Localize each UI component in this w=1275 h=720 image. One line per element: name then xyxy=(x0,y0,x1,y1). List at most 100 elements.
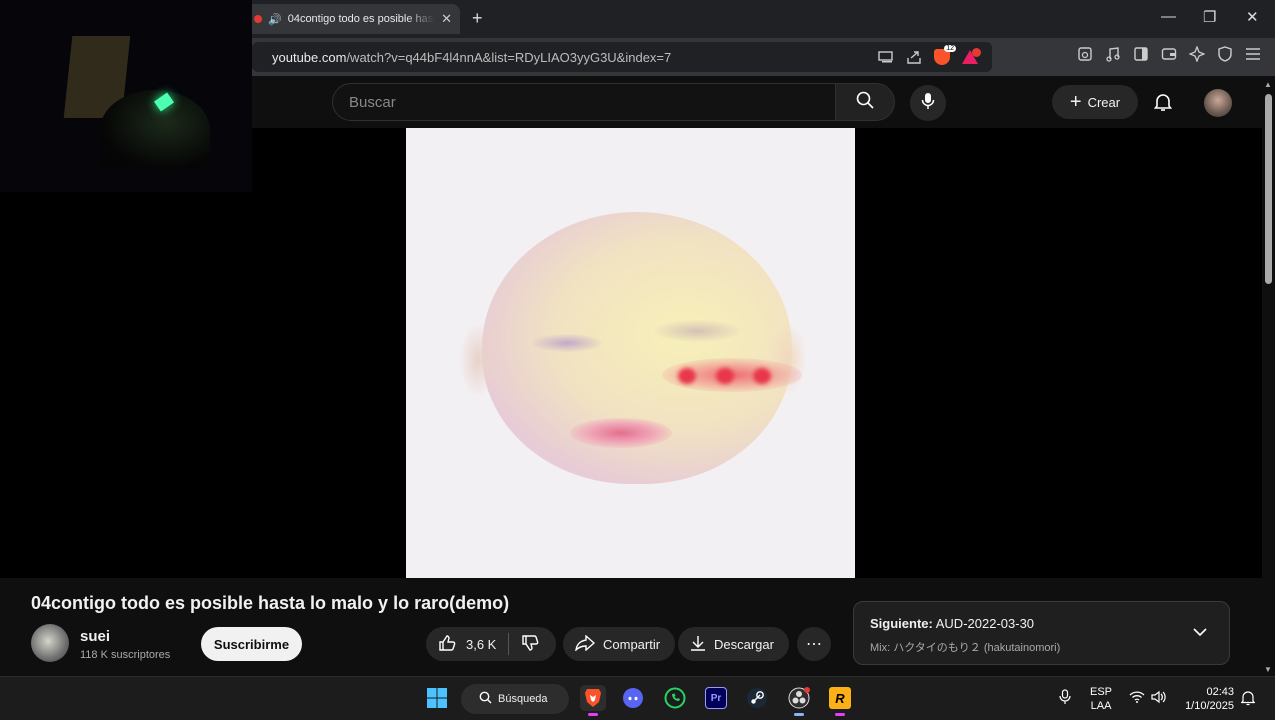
download-label: Descargar xyxy=(714,636,774,652)
cast-icon[interactable] xyxy=(878,49,894,65)
search-input[interactable] xyxy=(349,93,835,111)
new-tab-button[interactable]: + xyxy=(472,8,483,29)
mic-icon xyxy=(921,92,935,115)
artwork-mouth xyxy=(570,418,672,448)
windows-icon[interactable] xyxy=(424,685,450,711)
browser-tab-active[interactable]: 🔊 04contigo todo es posible hasta lo mal… xyxy=(246,4,460,34)
up-next-mix: Mix: ハクタイのもり２ (hakutainomori) xyxy=(870,642,1061,654)
active-app-indicator xyxy=(794,713,804,716)
download-icon xyxy=(690,635,706,654)
search-button[interactable] xyxy=(835,83,895,121)
subscriber-count: 118 K suscriptores xyxy=(80,649,171,661)
webcam-overlay xyxy=(0,0,252,192)
more-actions-button[interactable]: ⋯ xyxy=(797,627,831,661)
voice-search-button[interactable] xyxy=(910,85,946,121)
brave-shield-icon[interactable]: 12 xyxy=(934,45,956,65)
vpn-icon[interactable] xyxy=(1217,46,1233,62)
artwork-ear-left xyxy=(460,324,496,396)
dislike-button[interactable] xyxy=(521,634,539,655)
notification-icon[interactable] xyxy=(1240,690,1256,710)
scroll-down-arrow[interactable]: ▼ xyxy=(1264,665,1272,674)
premiere-label: Pr xyxy=(705,687,727,709)
close-tab-icon[interactable]: ✕ xyxy=(441,11,452,27)
youtube-header: + Crear xyxy=(252,76,1275,128)
download-button[interactable]: Descargar xyxy=(678,627,789,661)
volume-icon[interactable] xyxy=(1151,690,1167,708)
obs-icon[interactable] xyxy=(786,685,812,716)
share-button[interactable]: Compartir xyxy=(563,627,675,661)
windows-taskbar: Búsqueda Pr R ESP LAA 02:43 1/10/2025 xyxy=(0,676,1275,720)
artwork-blush-dot xyxy=(753,368,771,384)
brave-icon[interactable] xyxy=(580,685,606,716)
screen: 🔊 04contigo todo es posible hasta lo mal… xyxy=(0,0,1275,720)
search-box[interactable] xyxy=(332,83,836,121)
discord-icon[interactable] xyxy=(620,685,646,711)
minimize-button[interactable]: — xyxy=(1161,8,1176,25)
wifi-icon[interactable] xyxy=(1129,691,1145,707)
scroll-up-arrow[interactable]: ▲ xyxy=(1264,80,1272,89)
close-window-button[interactable]: ✕ xyxy=(1246,8,1259,26)
plus-icon: + xyxy=(1069,91,1082,113)
like-dislike-group: 3,6 K xyxy=(426,627,556,661)
active-app-indicator xyxy=(835,713,845,716)
language-indicator[interactable]: ESP LAA xyxy=(1090,685,1112,713)
music-icon[interactable] xyxy=(1105,46,1121,62)
video-title: 04contigo todo es posible hasta lo malo … xyxy=(31,593,510,613)
like-button[interactable]: 3,6 K xyxy=(438,634,496,655)
restore-button[interactable]: ❐ xyxy=(1203,8,1216,26)
search-icon xyxy=(479,691,492,707)
sidebar-icon[interactable] xyxy=(1133,46,1149,62)
share-label: Compartir xyxy=(603,636,661,652)
taskbar-search[interactable]: Búsqueda xyxy=(461,684,569,714)
menu-icon[interactable] xyxy=(1245,46,1261,62)
share-page-icon[interactable] xyxy=(906,49,922,65)
up-next-label: Siguiente: xyxy=(870,616,933,631)
video-info: 04contigo todo es posible hasta lo malo … xyxy=(0,578,1262,676)
url-path: /watch?v=q44bF4l4nnA&list=RDyLIAO3yyG3U&… xyxy=(346,49,672,65)
page-scrollbar[interactable]: ▲ ▼ xyxy=(1262,76,1275,676)
video-player[interactable] xyxy=(0,128,1262,578)
artwork-blush-dot xyxy=(716,368,734,384)
channel-name[interactable]: suei xyxy=(80,628,110,645)
scrollbar-thumb[interactable] xyxy=(1265,94,1272,284)
whatsapp-icon[interactable] xyxy=(662,685,688,711)
brave-shield-count: 12 xyxy=(944,45,956,52)
like-icon xyxy=(438,634,456,655)
reader-icon[interactable] xyxy=(1077,46,1093,62)
create-button[interactable]: + Crear xyxy=(1052,85,1138,119)
video-frame[interactable] xyxy=(406,128,855,578)
premiere-icon[interactable]: Pr xyxy=(703,685,729,711)
speaker-icon[interactable]: 🔊 xyxy=(268,13,282,26)
subscribe-button[interactable]: Suscribirme xyxy=(201,627,302,661)
like-divider xyxy=(508,633,510,655)
rewards-icon[interactable] xyxy=(962,48,981,64)
up-next-card[interactable]: Siguiente: AUD-2022-03-30 Mix: ハクタイのもり２ … xyxy=(853,601,1230,665)
clock[interactable]: 02:43 1/10/2025 xyxy=(1180,685,1234,713)
address-bar[interactable]: youtube.com/watch?v=q44bF4l4nnA&list=RDy… xyxy=(252,42,992,72)
recording-indicator xyxy=(254,15,262,23)
microphone-tray-icon[interactable] xyxy=(1059,689,1071,709)
account-avatar[interactable] xyxy=(1204,89,1232,117)
leo-icon[interactable] xyxy=(1189,46,1205,62)
share-icon xyxy=(574,633,596,654)
chevron-down-icon[interactable] xyxy=(1193,624,1207,642)
create-label: Crear xyxy=(1087,94,1121,110)
search-icon xyxy=(855,90,875,115)
bell-icon[interactable] xyxy=(1153,92,1173,117)
artwork-blush-dot xyxy=(678,368,696,384)
steam-icon[interactable] xyxy=(744,685,770,711)
clock-date: 1/10/2025 xyxy=(1185,700,1234,712)
rockstar-icon[interactable]: R xyxy=(827,685,853,716)
active-app-indicator xyxy=(588,713,598,716)
channel-avatar[interactable] xyxy=(31,624,69,662)
url-host: youtube.com xyxy=(272,49,347,65)
language-bottom: LAA xyxy=(1090,700,1112,712)
clock-time: 02:43 xyxy=(1206,686,1234,698)
artwork-eye-left xyxy=(532,334,602,352)
tab-title: 04contigo todo es posible hasta lo malo … xyxy=(287,13,435,25)
up-next-title: AUD-2022-03-30 xyxy=(935,616,1035,631)
wallet-icon[interactable] xyxy=(1161,46,1177,62)
language-top: ESP xyxy=(1090,686,1113,698)
dislike-icon xyxy=(521,634,539,655)
artwork-eye-right xyxy=(654,320,740,342)
